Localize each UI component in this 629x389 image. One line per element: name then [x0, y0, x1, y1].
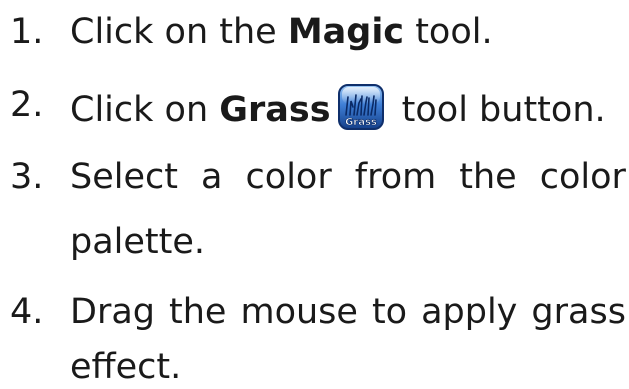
- grass-icon-label: Grass: [345, 117, 377, 128]
- step-text-post: tool.: [404, 12, 493, 52]
- step-text-continuation: effect.: [70, 347, 182, 387]
- step-text-pre: Click on the: [70, 12, 288, 52]
- step-text-pre: Click on: [70, 90, 220, 130]
- step-word: from: [354, 157, 437, 197]
- step-text-post: tool button.: [390, 90, 606, 130]
- grass-tool-icon-graphic: Grass: [337, 84, 384, 130]
- step-word: a: [201, 157, 223, 197]
- step-number: 1.: [10, 12, 44, 52]
- step-number: 2.: [10, 85, 44, 125]
- step-text: Click on the Magic tool.: [70, 10, 626, 54]
- step-word: Select: [70, 157, 178, 197]
- step-word: the: [169, 292, 227, 332]
- step-text-continuation: palette.: [70, 222, 206, 262]
- grass-tool-icon: Grass: [337, 83, 385, 131]
- step-number: 3.: [10, 157, 44, 197]
- instruction-list: 1. Click on the Magic tool. 2. Click on …: [0, 0, 629, 389]
- step-word: Drag: [70, 292, 156, 332]
- step-number: 4.: [10, 292, 44, 332]
- step-word: mouse: [240, 292, 358, 332]
- step-word: apply: [421, 292, 518, 332]
- grass-tool-name: Grass: [219, 90, 331, 130]
- step-word: color: [245, 157, 332, 197]
- step-text: Click on Grass Grass tool button.: [70, 83, 626, 132]
- step-text: Drag the mouse to apply grass: [70, 290, 626, 334]
- step-word: grass: [531, 292, 626, 332]
- magic-tool-name: Magic: [287, 12, 405, 52]
- step-word: color: [539, 157, 626, 197]
- step-word: to: [371, 292, 408, 332]
- step-text: Select a color from the color: [70, 155, 626, 199]
- step-word: the: [459, 157, 517, 197]
